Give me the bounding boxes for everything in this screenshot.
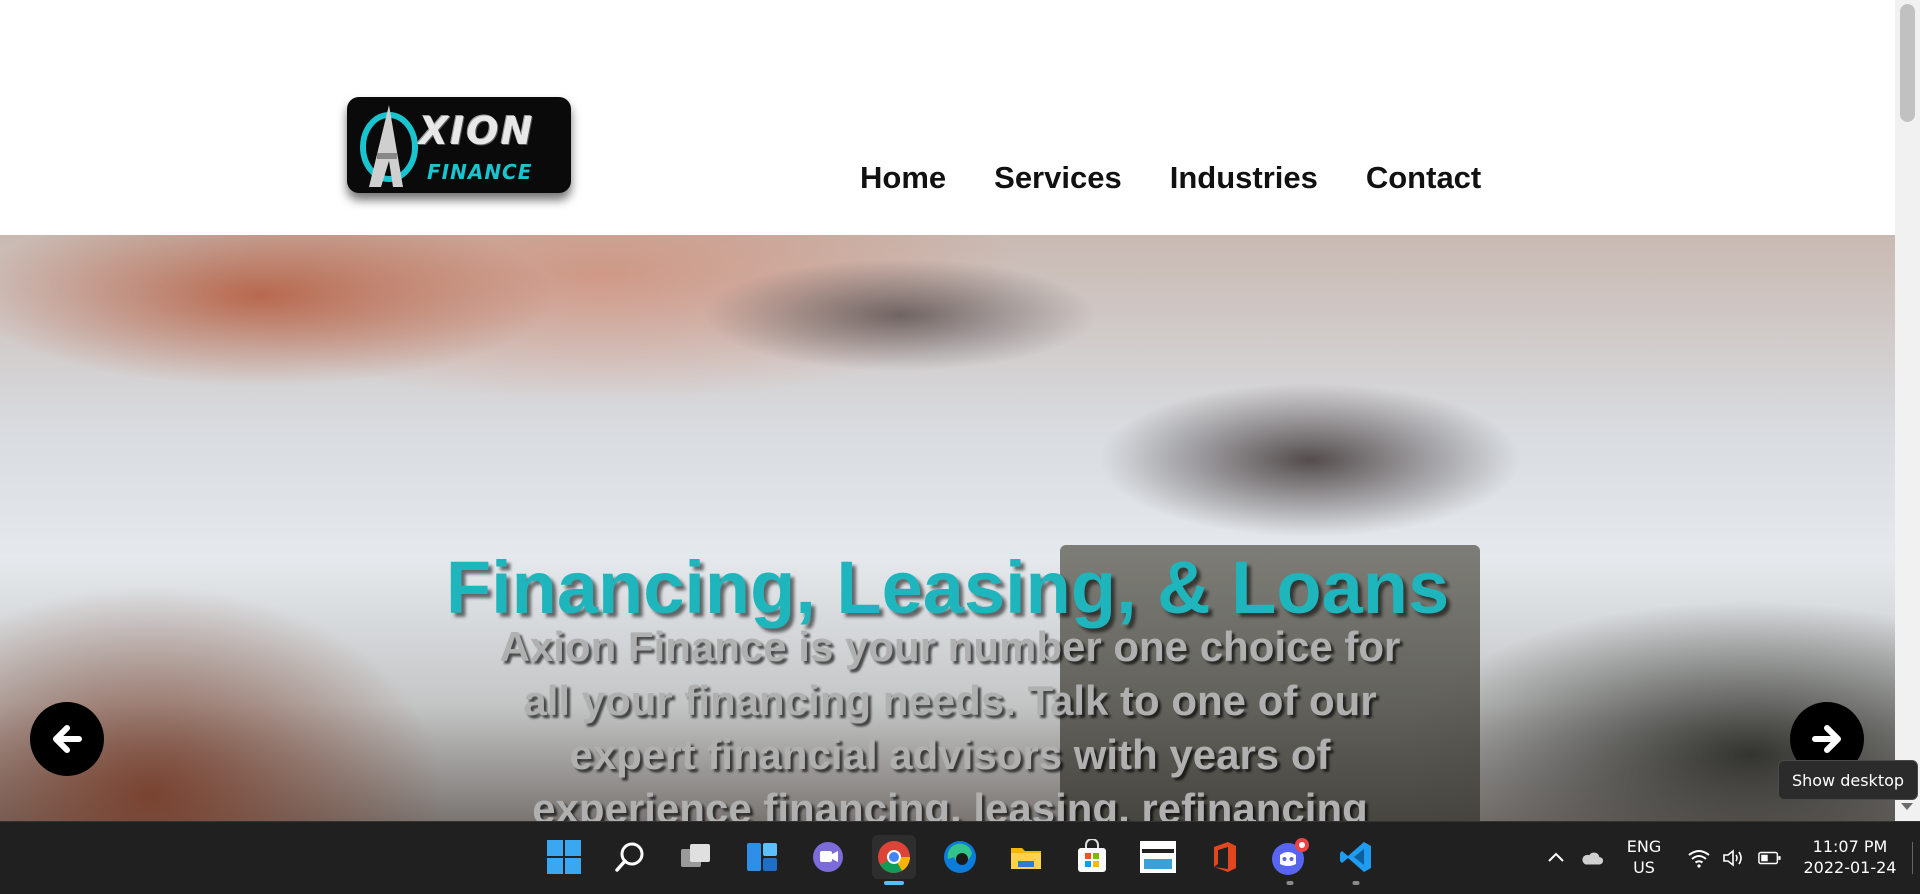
edge-icon[interactable] — [938, 835, 982, 879]
active-app-indicator — [884, 881, 904, 885]
chevron-up-icon[interactable] — [1544, 846, 1568, 870]
arrow-right-icon — [1812, 725, 1841, 753]
axion-finance-logo[interactable]: XION FINANCE — [347, 97, 571, 193]
clock[interactable]: 11:07 PM 2022-01-24 — [1800, 836, 1900, 878]
volume-icon[interactable] — [1722, 846, 1746, 870]
scroll-down-arrow-icon[interactable] — [1901, 803, 1913, 810]
windows-start-icon[interactable] — [542, 835, 586, 879]
task-view-icon[interactable] — [674, 835, 718, 879]
show-desktop-button[interactable] — [1912, 842, 1913, 874]
battery-icon[interactable] — [1758, 846, 1782, 870]
show-desktop-tooltip: Show desktop — [1778, 760, 1918, 800]
file-explorer-icon[interactable] — [1004, 835, 1048, 879]
main-nav: Home Services Industries Contact — [860, 160, 1481, 196]
site-header: XION FINANCE Home Services Industries Co… — [0, 0, 1895, 235]
hero-description: Axion Finance is your number one choice … — [499, 623, 1401, 821]
windows-taskbar: ENG US 11:07 PM 2022-01-24 — [0, 821, 1920, 894]
office-icon[interactable] — [1202, 835, 1246, 879]
vscode-icon[interactable] — [1334, 835, 1378, 885]
logo-a-icon — [360, 105, 418, 187]
arrow-left-icon — [53, 725, 82, 753]
nav-industries-link[interactable]: Industries — [1170, 160, 1318, 196]
hero-title: Financing, Leasing, & Loans — [445, 546, 1450, 629]
nav-home-link[interactable]: Home — [860, 160, 946, 196]
running-app-indicator — [1352, 881, 1360, 885]
region-code: US — [1633, 858, 1655, 877]
nav-services-link[interactable]: Services — [994, 160, 1122, 196]
clock-time: 11:07 PM — [1812, 837, 1888, 856]
chrome-icon[interactable] — [872, 835, 916, 885]
hero-carousel: Financing, Leasing, & Loans Axion Financ… — [0, 235, 1895, 821]
page-scrollbar[interactable] — [1895, 0, 1920, 821]
running-app-indicator — [1286, 881, 1294, 885]
teams-chat-icon[interactable] — [806, 835, 850, 879]
carousel-prev-button[interactable] — [30, 702, 104, 776]
widgets-icon[interactable] — [740, 835, 784, 879]
scrollbar-thumb[interactable] — [1900, 4, 1915, 122]
language-code: ENG — [1626, 837, 1662, 856]
logo-wordmark: XION — [419, 109, 535, 153]
onedrive-cloud-icon[interactable] — [1580, 846, 1604, 870]
discord-icon[interactable] — [1268, 835, 1312, 885]
language-indicator[interactable]: ENG US — [1618, 836, 1670, 878]
clock-date: 2022-01-24 — [1803, 858, 1897, 877]
search-icon[interactable] — [608, 835, 652, 879]
nav-contact-link[interactable]: Contact — [1366, 160, 1481, 196]
wifi-icon[interactable] — [1687, 846, 1711, 870]
logo-subtitle: FINANCE — [427, 160, 533, 184]
amazon-icon[interactable] — [1136, 835, 1180, 879]
microsoft-store-icon[interactable] — [1070, 835, 1114, 879]
